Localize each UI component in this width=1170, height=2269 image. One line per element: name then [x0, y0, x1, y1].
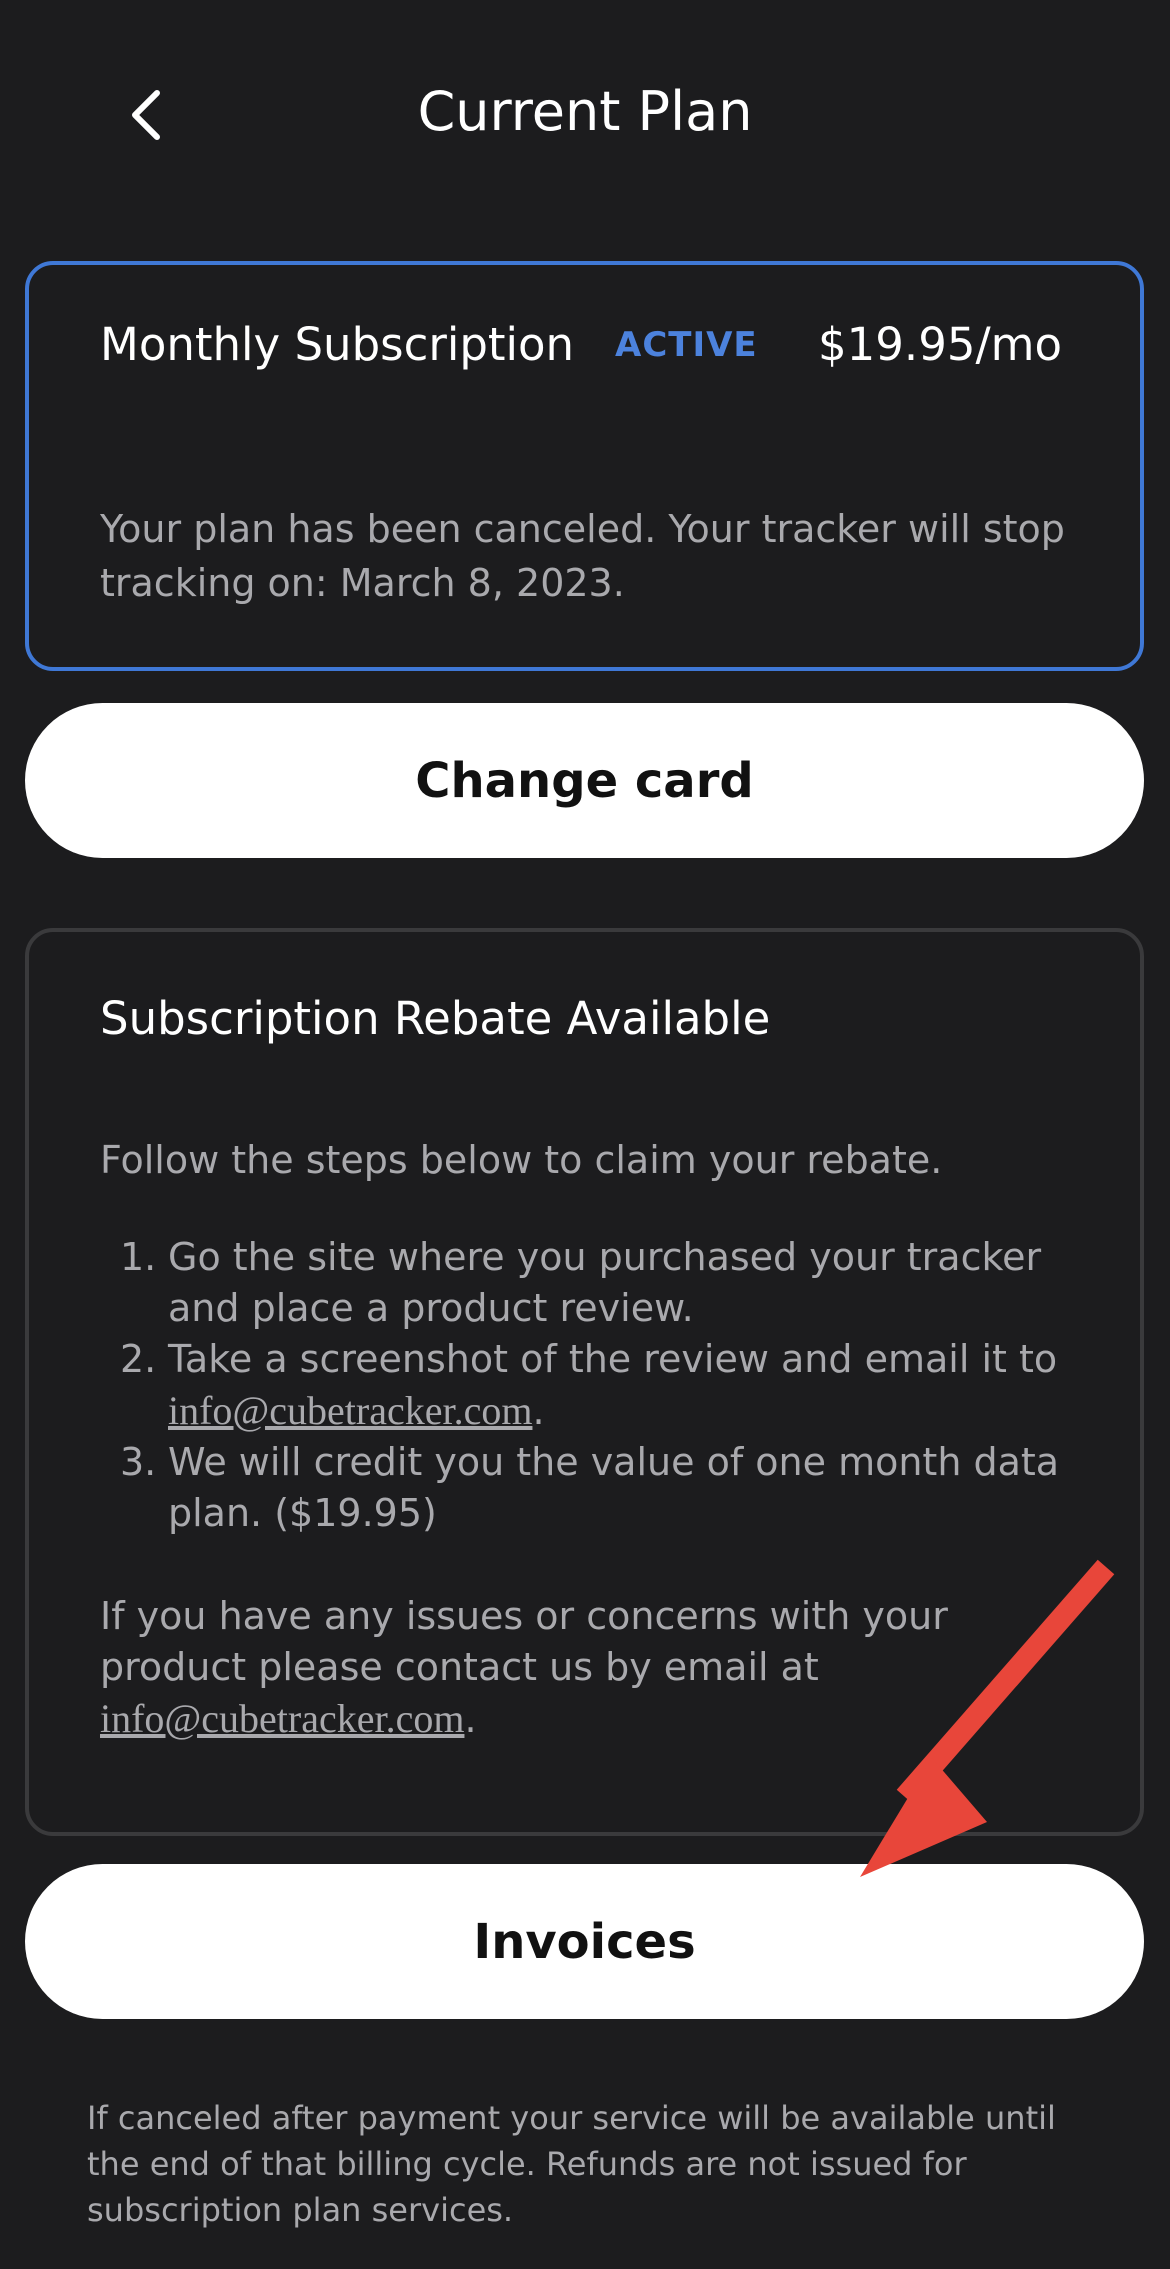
step-text: Take a screenshot of the review and emai…	[168, 1337, 1058, 1381]
step-suffix: .	[532, 1389, 545, 1433]
step-number: 1.	[120, 1235, 157, 1279]
contact-text: If you have any issues or concerns with …	[100, 1591, 1100, 1745]
plan-name: Monthly Subscription	[100, 318, 575, 371]
rebate-title: Subscription Rebate Available	[100, 992, 771, 1045]
page-title: Current Plan	[417, 80, 753, 143]
step-number: 3.	[120, 1440, 157, 1484]
footer-note: If canceled after payment your service w…	[87, 2099, 1056, 2229]
contact-text-body: If you have any issues or concerns with …	[100, 1594, 948, 1689]
rebate-intro: Follow the steps below to claim your reb…	[100, 1138, 943, 1182]
rebate-step-2: 2. Take a screenshot of the review and e…	[100, 1334, 1100, 1437]
change-card-button[interactable]: Change card	[25, 703, 1144, 858]
plan-card: Monthly Subscription ACTIVE $19.95/mo Yo…	[25, 261, 1144, 671]
plan-price: $19.95/mo	[818, 318, 1062, 371]
rebate-card: Subscription Rebate Available Follow the…	[25, 928, 1144, 1836]
status-badge: ACTIVE	[615, 325, 758, 365]
email-link[interactable]: info@cubetracker.com	[168, 1388, 532, 1433]
rebate-step-3: 3. We will credit you the value of one m…	[100, 1437, 1100, 1539]
header: Current Plan	[0, 0, 1170, 225]
contact-email-link[interactable]: info@cubetracker.com	[100, 1696, 464, 1741]
contact-suffix: .	[464, 1697, 477, 1741]
invoices-button[interactable]: Invoices	[25, 1864, 1144, 2019]
step-number: 2.	[120, 1337, 157, 1381]
rebate-steps-list: 1. Go the site where you purchased your …	[100, 1232, 1100, 1539]
step-text: Go the site where you purchased your tra…	[168, 1235, 1042, 1330]
rebate-step-1: 1. Go the site where you purchased your …	[100, 1232, 1100, 1334]
step-text: We will credit you the value of one mont…	[168, 1440, 1060, 1535]
cancellation-note: Your plan has been canceled. Your tracke…	[100, 507, 1065, 605]
